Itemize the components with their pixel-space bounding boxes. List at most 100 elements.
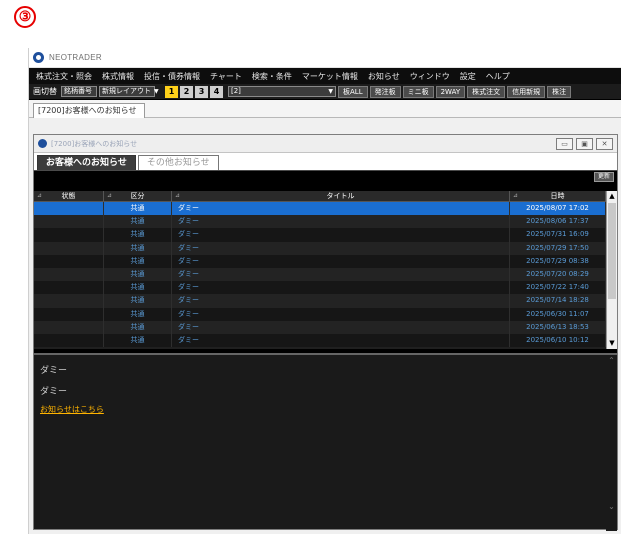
notices-window-titlebar: [7200]お客様へのお知らせ ▭ ▣ ✕ — [34, 135, 617, 153]
neotrader-logo-icon — [33, 52, 44, 63]
cell-title: ダミー — [172, 333, 510, 348]
maximize-icon[interactable]: ▣ — [576, 138, 593, 150]
table-row[interactable]: 共通 ダミー 2025/07/29 08:38 — [34, 254, 617, 268]
scroll-up-icon[interactable]: ▲ — [607, 191, 617, 202]
screen-1-button[interactable]: 1 — [165, 85, 178, 98]
cell-date: 2025/08/06 17:37 — [510, 215, 606, 229]
menu-market-info[interactable]: マーケット情報 — [297, 71, 363, 82]
app-titlebar: NEOTRADER — [29, 48, 621, 68]
table-row[interactable]: 共通 ダミー 2025/07/20 08:29 — [34, 267, 617, 282]
screen-combo-dropdown[interactable]: [2] ▼ — [228, 86, 336, 97]
cell-status — [34, 320, 104, 334]
cell-category: 共通 — [104, 254, 172, 268]
cell-date: 2025/08/07 17:02 — [510, 202, 606, 216]
tab-other-notices[interactable]: その他お知らせ — [137, 155, 219, 170]
cell-category: 共通 — [104, 320, 172, 334]
screen-2-button[interactable]: 2 — [180, 85, 193, 98]
cell-title: ダミー — [172, 294, 510, 308]
menu-fund-bond-info[interactable]: 投信・債券情報 — [139, 71, 205, 82]
column-header-date-label: 日時 — [550, 192, 565, 200]
table-row[interactable]: 共通 ダミー 2025/06/13 18:53 — [34, 320, 617, 334]
table-scrollbar[interactable]: ▲ ▼ — [606, 191, 617, 349]
menu-window[interactable]: ウィンドウ — [405, 71, 455, 82]
cell-status — [34, 307, 104, 321]
menu-help[interactable]: ヘルプ — [481, 71, 515, 82]
table-row[interactable]: 共通 ダミー 2025/07/14 18:28 — [34, 294, 617, 308]
layout-dropdown-value: 新規レイアウト — [102, 87, 151, 95]
menu-stock-order[interactable]: 株式注文・照会 — [31, 71, 97, 82]
cell-title: ダミー — [172, 254, 510, 268]
cell-date: 2025/06/10 10:12 — [510, 333, 606, 348]
column-header-status[interactable]: ⊿ 状態 — [34, 191, 104, 201]
cell-title: ダミー — [172, 307, 510, 321]
menu-settings[interactable]: 設定 — [455, 71, 481, 82]
chevron-down-icon[interactable]: ⌄ — [606, 501, 617, 513]
chevron-down-icon: ▼ — [328, 88, 333, 95]
minimize-icon[interactable]: ▭ — [556, 138, 573, 150]
cell-status — [34, 333, 104, 348]
column-header-status-label: 状態 — [61, 192, 76, 200]
cell-category: 共通 — [104, 333, 172, 348]
stock-order-short-button[interactable]: 株注 — [547, 85, 572, 98]
tab-customer-notices[interactable]: お客様へのお知らせ — [37, 155, 136, 170]
column-header-title-label: タイトル — [326, 192, 355, 200]
detail-scrollbar[interactable]: ⌃ ⌄ — [606, 355, 617, 531]
table-row[interactable]: 共通 ダミー 2025/07/31 16:09 — [34, 228, 617, 242]
board-all-button[interactable]: 板ALL — [338, 85, 368, 98]
cell-status — [34, 267, 104, 282]
cell-category: 共通 — [104, 241, 172, 255]
sort-icon: ⊿ — [175, 192, 181, 199]
stock-order-button[interactable]: 株式注文 — [467, 85, 506, 98]
column-header-date[interactable]: ⊿ 日時 — [510, 191, 606, 201]
cell-category: 共通 — [104, 281, 172, 295]
cell-title: ダミー — [172, 281, 510, 295]
cell-status — [34, 202, 104, 216]
stock-code-input[interactable]: 銘柄番号 — [61, 86, 97, 97]
tab-notices-window[interactable]: [7200]お客様へのお知らせ — [33, 103, 146, 118]
margin-new-button[interactable]: 信用新規 — [507, 85, 546, 98]
screen-4-button[interactable]: 4 — [210, 85, 223, 98]
two-way-button[interactable]: 2WAY — [435, 85, 466, 98]
column-header-category[interactable]: ⊿ 区分 — [104, 191, 172, 201]
app-title: NEOTRADER — [49, 53, 102, 62]
table-row[interactable]: 共通 ダミー 2025/06/30 11:07 — [34, 307, 617, 321]
cell-status — [34, 241, 104, 255]
screen-switch-label: 画切替 — [33, 87, 57, 96]
table-row[interactable]: 共通 ダミー 2025/07/22 17:40 — [34, 281, 617, 295]
cell-date: 2025/06/13 18:53 — [510, 320, 606, 334]
menu-notices[interactable]: お知らせ — [363, 71, 405, 82]
layout-dropdown[interactable]: 新規レイアウト ▼ — [99, 86, 159, 97]
menu-search[interactable]: 検索・条件 — [247, 71, 297, 82]
notice-link[interactable]: お知らせはこちら — [40, 404, 104, 415]
column-header-title[interactable]: ⊿ タイトル — [172, 191, 510, 201]
order-board-button[interactable]: 発注板 — [369, 85, 401, 98]
cell-status — [34, 215, 104, 229]
table-row[interactable]: 共通 ダミー 2025/06/10 10:12 — [34, 333, 617, 348]
table-body: 共通 ダミー 2025/08/07 17:02 共通 ダミー 2025/08/0… — [34, 202, 617, 349]
sort-icon: ⊿ — [513, 192, 519, 199]
cell-status — [34, 228, 104, 242]
table-row[interactable]: 共通 ダミー 2025/07/29 17:50 — [34, 241, 617, 255]
cell-title: ダミー — [172, 267, 510, 282]
menu-stock-info[interactable]: 株式情報 — [97, 71, 139, 82]
table-row[interactable]: 共通 ダミー 2025/08/07 17:02 — [34, 202, 617, 216]
app-window: NEOTRADER 株式注文・照会 株式情報 投信・債券情報 チャート 検索・条… — [28, 48, 621, 534]
notices-window-title: [7200]お客様へのお知らせ — [51, 139, 138, 148]
update-button[interactable]: 更新 — [593, 172, 614, 182]
chevron-up-icon[interactable]: ⌃ — [606, 355, 617, 367]
notice-detail-pane: ダミー ダミー お知らせはこちら ⌃ ⌄ — [34, 353, 617, 531]
notices-table: ⊿ 状態 ⊿ 区分 ⊿ タイトル ⊿ 日時 共通 ダミー 2025/08/07 … — [34, 191, 617, 349]
mini-board-button[interactable]: ミニ板 — [402, 85, 434, 98]
menu-chart[interactable]: チャート — [205, 71, 247, 82]
table-row[interactable]: 共通 ダミー 2025/08/06 17:37 — [34, 215, 617, 229]
cell-status — [34, 281, 104, 295]
screen-3-button[interactable]: 3 — [195, 85, 208, 98]
scrollbar-thumb[interactable] — [608, 203, 616, 299]
close-icon[interactable]: ✕ — [596, 138, 613, 150]
sort-icon: ⊿ — [37, 192, 43, 199]
screen-combo-value: [2] — [231, 87, 241, 95]
cell-title: ダミー — [172, 228, 510, 242]
scroll-down-icon[interactable]: ▼ — [607, 338, 617, 349]
cell-date: 2025/07/31 16:09 — [510, 228, 606, 242]
detail-body: ダミー — [40, 387, 68, 397]
